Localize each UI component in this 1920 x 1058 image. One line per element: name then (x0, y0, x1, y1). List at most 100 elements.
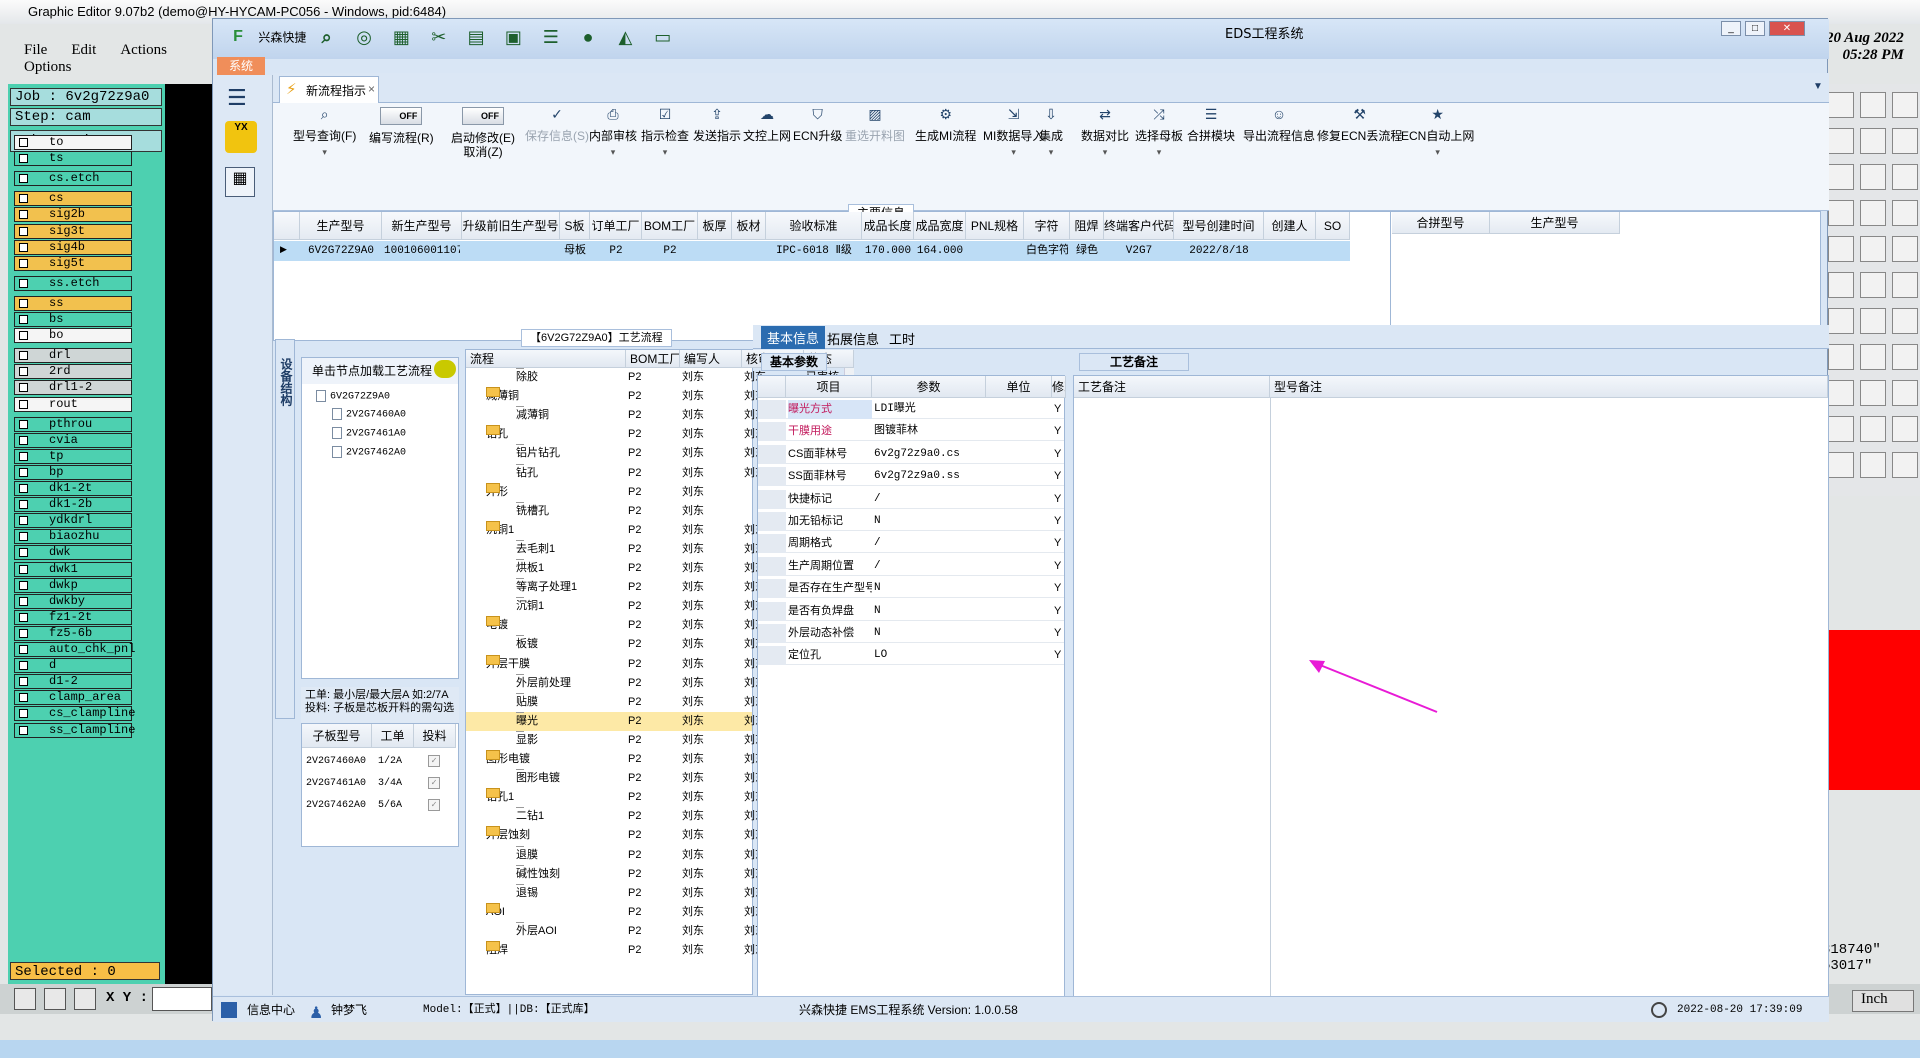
layer-7[interactable]: sig5t (14, 255, 132, 271)
ge-tool-button[interactable] (1860, 344, 1886, 370)
ge-tool-button[interactable] (1860, 128, 1886, 154)
grid-tool-icon[interactable] (74, 988, 96, 1010)
ge-tool-button[interactable] (1892, 200, 1918, 226)
layer-25[interactable]: dwk1 (14, 561, 132, 577)
ge-tool-button[interactable] (1828, 452, 1854, 478)
toolbar-button-18[interactable]: ★ ECN自动上网 ▾ (1401, 107, 1474, 159)
dropdown-arrow-icon[interactable]: ▾ (1081, 145, 1129, 159)
flow-row[interactable]: 外形P2刘东已编写 (466, 482, 839, 502)
sub-row[interactable]: 2V2G7460A0 1/2A ✓ (302, 752, 458, 771)
param-value[interactable]: N (874, 602, 984, 621)
scissors-icon[interactable]: ✂ (428, 26, 450, 48)
toolbar-button-14[interactable]: ⤮ 选择母板 ▾ (1135, 107, 1183, 159)
flow-row[interactable]: 铣槽孔P2刘东已编写 (466, 501, 839, 521)
layer-1[interactable]: ts (14, 151, 132, 167)
main-cell[interactable]: 10010600110798 (384, 241, 460, 261)
layer-0[interactable]: to (14, 135, 132, 150)
layer-2[interactable]: cs.etch (14, 171, 132, 187)
ge-tool-button[interactable] (1828, 164, 1854, 190)
param-value[interactable]: 6v2g72z9a0.cs (874, 445, 984, 464)
main-col-header[interactable]: 终端客户代码 (1104, 212, 1174, 240)
flow-row[interactable]: 等离子处理1P2刘东刘东已审核 (466, 578, 839, 597)
layer-checkbox[interactable] (19, 315, 28, 324)
flow-row[interactable]: 板镀P2刘东刘东已审核 (466, 635, 839, 654)
flow-row[interactable]: 显影P2刘东刘东已审核 (466, 730, 839, 750)
flow-row[interactable]: 外层AOIP2刘东刘东已审核 (466, 921, 839, 941)
param-value[interactable]: / (874, 534, 984, 553)
sub-col-header[interactable]: 工单 (372, 724, 414, 748)
toolbar-button-9[interactable]: ▨ 重选开料图 (845, 107, 905, 143)
param-row[interactable]: 是否有负焊盘 N Y (758, 601, 1064, 621)
layer-checkbox[interactable] (19, 596, 28, 606)
dropdown-arrow-icon[interactable]: ▾ (293, 145, 356, 159)
main-cell[interactable]: 母板 (562, 241, 588, 261)
layer-checkbox[interactable] (19, 580, 28, 590)
ge-tool-button[interactable] (1860, 452, 1886, 478)
layer-8[interactable]: ss.etch (14, 275, 132, 291)
layer-9[interactable]: ss (14, 295, 132, 311)
ge-menu-1[interactable]: Edit (71, 42, 96, 59)
info-center-icon[interactable] (221, 1002, 237, 1018)
flow-row[interactable]: 退锡P2刘东刘东已审核 (466, 883, 839, 903)
layer-19[interactable]: bp (14, 464, 132, 480)
merge-col-header[interactable]: 合拼型号 (1392, 212, 1490, 234)
layer-checkbox[interactable] (19, 419, 28, 429)
layer-checkbox[interactable] (19, 451, 28, 461)
ge-tool-button[interactable] (1828, 236, 1854, 262)
calculator-icon[interactable]: ▦ (225, 167, 255, 197)
layer-29[interactable]: fz5-6b (14, 625, 132, 641)
main-col-header[interactable]: 订单工厂 (590, 212, 642, 240)
layer-17[interactable]: cvia (14, 432, 132, 448)
layer-checkbox[interactable] (19, 725, 28, 735)
layer-27[interactable]: dwkby (14, 593, 132, 609)
layer-4[interactable]: sig2b (14, 207, 132, 223)
param-row[interactable]: SS面菲林号 6v2g72z9a0.ss Y (758, 467, 1064, 487)
toolbar-button-17[interactable]: ⚒ 修复ECN丢流程 (1317, 107, 1402, 143)
ge-tool-button[interactable] (1892, 236, 1918, 262)
layer-checkbox[interactable] (19, 258, 28, 268)
param-row[interactable]: 干膜用途 图镀菲林 Y (758, 422, 1064, 442)
user-icon[interactable]: ● (577, 26, 599, 48)
layer-checkbox[interactable] (19, 367, 28, 377)
main-cell[interactable] (700, 241, 730, 261)
flow-row[interactable]: 去毛刺1P2刘东刘东已审核 (466, 539, 839, 559)
flow-row[interactable]: 外层前处理P2刘东刘东已审核 (466, 673, 839, 693)
layer-checkbox[interactable] (19, 645, 28, 654)
ge-tool-button[interactable] (1828, 200, 1854, 226)
info-center-label[interactable]: 信息中心 (247, 997, 295, 1023)
toolbar-button-4[interactable]: ⎙ 内部审核 ▾ (589, 107, 637, 159)
param-row[interactable]: 定位孔 LO Y (758, 646, 1064, 666)
param-value[interactable]: 图镀菲林 (874, 422, 984, 441)
param-row[interactable]: 外层动态补偿 N Y (758, 624, 1064, 643)
main-col-header[interactable]: 板厚 (698, 212, 732, 240)
layer-6[interactable]: sig4b (14, 239, 132, 255)
search-icon[interactable]: ⌕ (316, 26, 338, 48)
main-col-header[interactable]: 创建人 (1264, 212, 1316, 240)
param-col-header[interactable]: 项目 (786, 376, 872, 398)
layer-checkbox[interactable] (19, 174, 28, 184)
dropdown-arrow-icon[interactable]: ▾ (1401, 145, 1474, 159)
ge-tool-button[interactable] (1828, 416, 1854, 442)
flow-row[interactable]: 退膜P2刘东刘东已审核 (466, 845, 839, 865)
param-col-header[interactable]: 参数 (872, 376, 986, 398)
zoom-tool-icon[interactable] (14, 988, 36, 1010)
flow-row[interactable]: 电镀P2刘东刘东已审核 (466, 616, 839, 635)
flow-row[interactable]: 钻孔1P2刘东刘东已审核 (466, 788, 839, 807)
flow-row[interactable]: 阻焊P2刘东刘东已审核 (466, 941, 839, 960)
main-cell[interactable]: IPC-6018 Ⅱ级 (768, 241, 860, 261)
flow-row[interactable]: 除胶P2刘东刘东已审核 (466, 368, 839, 387)
toolbar-button-11[interactable]: ⇲ MI数据导入 ▾ (983, 107, 1044, 159)
ge-tool-button[interactable] (1860, 380, 1886, 406)
layer-checkbox[interactable] (19, 154, 28, 164)
flow-row[interactable]: 图形电镀P2刘东刘东已审核 (466, 750, 839, 769)
flow-row[interactable]: AOIP2刘东刘东已审核 (466, 902, 839, 922)
main-col-header[interactable]: 生产型号 (300, 212, 382, 240)
main-cell[interactable] (734, 241, 764, 261)
flow-row[interactable]: 贴膜P2刘东刘东已审核 (466, 692, 839, 712)
flow-row[interactable]: 外层干膜P2刘东刘东已审核 (466, 654, 839, 674)
layer-checkbox[interactable] (19, 278, 28, 288)
main-cell[interactable]: 6V2G72Z9A0 (302, 241, 380, 261)
layer-checkbox[interactable] (19, 612, 28, 622)
ge-tool-button[interactable] (1892, 272, 1918, 298)
dropdown-arrow-icon[interactable]: ▾ (1039, 145, 1063, 159)
